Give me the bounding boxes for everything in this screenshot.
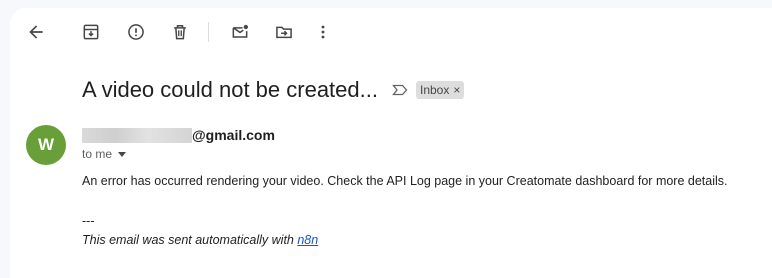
- more-options-button[interactable]: [307, 16, 339, 48]
- inbox-label-chip[interactable]: Inbox ×: [415, 81, 465, 99]
- sender-address-suffix: @gmail.com: [192, 127, 275, 143]
- to-text: to me: [82, 147, 113, 161]
- arrow-left-icon: [29, 25, 43, 39]
- avatar-letter: W: [37, 135, 55, 154]
- trash-icon: [174, 25, 186, 40]
- report-spam-button[interactable]: [120, 16, 152, 48]
- archive-button[interactable]: [75, 16, 107, 48]
- signature: This email was sent automatically with n…: [82, 233, 318, 247]
- email-toolbar: [10, 8, 772, 56]
- more-vert-icon: [321, 25, 325, 39]
- redacted-sender-name: [82, 127, 192, 143]
- subject-row: A video could not be created... Inbox ×: [82, 74, 465, 106]
- email-panel: A video could not be created... Inbox × …: [10, 8, 772, 278]
- recipient-details-toggle[interactable]: to me: [82, 147, 127, 161]
- report-spam-icon: [128, 24, 144, 40]
- toolbar-divider: [208, 22, 209, 42]
- sender-row[interactable]: @gmail.com: [82, 126, 275, 144]
- signature-separator: ---: [82, 214, 95, 228]
- n8n-link[interactable]: n8n: [297, 233, 318, 247]
- avatar[interactable]: W: [26, 125, 66, 165]
- signature-text: This email was sent automatically with: [82, 233, 298, 247]
- chevron-down-icon: [118, 151, 127, 157]
- move-to-button[interactable]: [268, 16, 300, 48]
- importance-marker-icon[interactable]: [392, 82, 408, 98]
- mail-dot-icon: [232, 24, 248, 38]
- label-chip-text: Inbox: [419, 83, 450, 97]
- email-subject: A video could not be created...: [82, 77, 378, 102]
- archive-icon: [83, 24, 99, 40]
- email-body: An error has occurred rendering your vid…: [82, 174, 728, 188]
- delete-button[interactable]: [164, 16, 196, 48]
- back-button[interactable]: [20, 16, 52, 48]
- mark-unread-button[interactable]: [224, 16, 256, 48]
- remove-label-icon[interactable]: ×: [453, 84, 460, 96]
- folder-move-icon: [276, 26, 292, 39]
